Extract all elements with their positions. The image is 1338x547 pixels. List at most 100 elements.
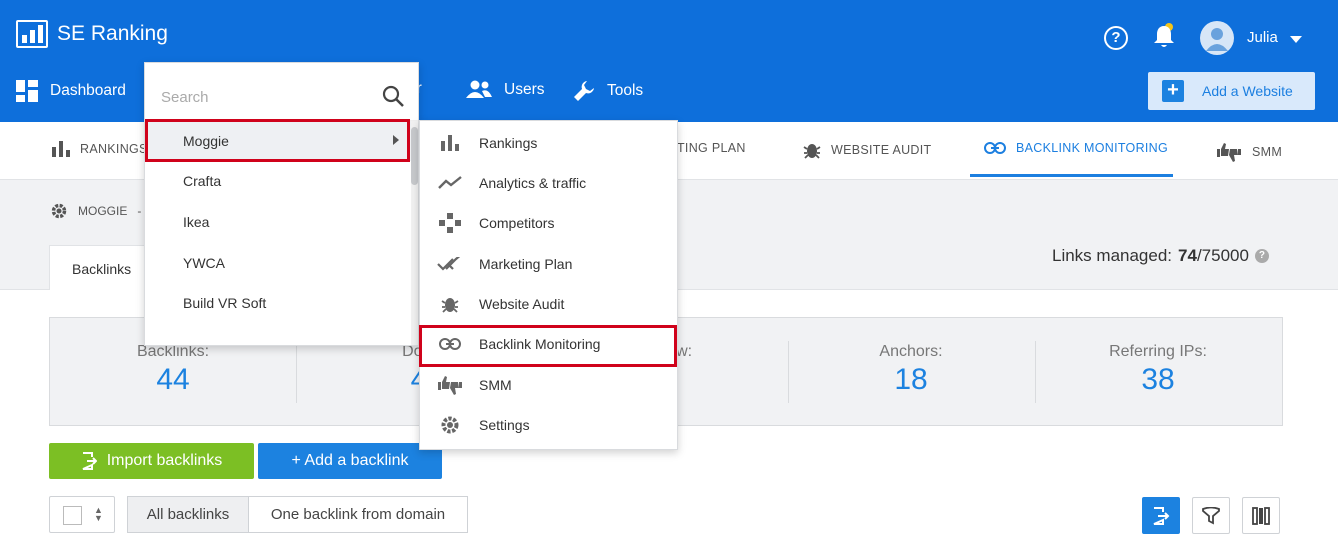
gear-icon bbox=[441, 416, 459, 434]
stat-referring-ips: Referring IPs: 38 bbox=[1035, 318, 1281, 425]
gear-icon[interactable] bbox=[50, 202, 68, 220]
filter-button[interactable] bbox=[1192, 497, 1230, 534]
add-backlink-button[interactable]: + Add a backlink bbox=[258, 443, 442, 479]
project-item-crafta[interactable]: Crafta bbox=[145, 161, 411, 201]
add-backlink-label: + Add a backlink bbox=[291, 452, 409, 469]
stat-anchors: Anchors: 18 bbox=[788, 318, 1034, 425]
project-item-label: Build VR Soft bbox=[183, 295, 267, 311]
links-managed-label: Links managed: bbox=[1052, 246, 1173, 265]
links-managed-used: 74 bbox=[1178, 246, 1197, 265]
import-backlinks-button[interactable]: Import backlinks bbox=[49, 443, 254, 479]
submenu-label: Website Audit bbox=[479, 296, 565, 312]
submenu-label: Analytics & traffic bbox=[479, 175, 587, 191]
subnav-backlink-monitoring[interactable]: BACKLINK MONITORING bbox=[984, 141, 1168, 155]
scrollbar[interactable] bbox=[411, 121, 418, 345]
submenu-label: Backlink Monitoring bbox=[479, 336, 601, 352]
nav-dashboard[interactable]: Dashboard bbox=[16, 80, 126, 102]
filter-one-per-domain[interactable]: One backlink from domain bbox=[248, 496, 468, 533]
project-search[interactable]: Search bbox=[145, 63, 418, 121]
add-website-label: Add a Website bbox=[1202, 83, 1293, 99]
tab-backlinks[interactable]: Backlinks bbox=[49, 245, 159, 290]
submenu-label: SMM bbox=[479, 377, 512, 393]
scrollbar-thumb[interactable] bbox=[411, 127, 418, 185]
bulk-select-dropdown[interactable]: ▲ ▼ bbox=[49, 496, 115, 533]
wrench-icon bbox=[574, 81, 594, 101]
chevron-right-icon bbox=[393, 135, 399, 145]
funnel-icon bbox=[1202, 506, 1220, 524]
subnav-rankings[interactable]: RANKINGS bbox=[52, 141, 148, 157]
thumbs-icon bbox=[1217, 143, 1241, 162]
submenu-marketing-plan[interactable]: Marketing Plan bbox=[420, 244, 677, 284]
nav-tools[interactable]: Tools bbox=[573, 80, 643, 102]
brand-logo[interactable]: SE Ranking bbox=[16, 20, 168, 48]
breadcrumb-project[interactable]: MOGGIE bbox=[78, 204, 127, 218]
stat-label: Anchors: bbox=[879, 343, 943, 360]
logo-icon bbox=[16, 20, 48, 48]
filter-all-label: All backlinks bbox=[146, 506, 230, 523]
breadcrumb-separator: - bbox=[137, 204, 142, 218]
bar-chart-icon bbox=[441, 135, 459, 151]
submenu-smm[interactable]: SMM bbox=[420, 365, 677, 405]
export-button[interactable] bbox=[1142, 497, 1180, 534]
stat-value: 18 bbox=[894, 363, 928, 396]
nav-users-label: Users bbox=[504, 81, 545, 98]
project-item-ywca[interactable]: YWCA bbox=[145, 243, 411, 283]
submenu-settings[interactable]: Settings bbox=[420, 405, 677, 445]
columns-icon bbox=[1252, 506, 1270, 525]
help-icon[interactable]: ? bbox=[1254, 249, 1269, 263]
gamepad-icon bbox=[439, 213, 461, 233]
subnav-marketing-plan[interactable]: TING PLAN bbox=[677, 141, 746, 155]
project-item-label: Moggie bbox=[183, 133, 229, 149]
submenu-competitors[interactable]: Competitors bbox=[420, 203, 677, 243]
nav-tools-label: Tools bbox=[607, 82, 644, 99]
project-item-label: YWCA bbox=[183, 255, 225, 271]
search-input[interactable]: Search bbox=[161, 89, 209, 106]
bug-icon bbox=[441, 298, 459, 313]
project-item-label: Ikea bbox=[183, 214, 210, 230]
double-check-icon bbox=[437, 257, 461, 271]
subnav-website-audit[interactable]: WEBSITE AUDIT bbox=[803, 141, 931, 159]
search-icon[interactable] bbox=[382, 85, 404, 107]
filter-one-label: One backlink from domain bbox=[270, 506, 446, 523]
subnav-backlink-label: BACKLINK MONITORING bbox=[1016, 141, 1169, 155]
submenu-backlink-monitoring[interactable]: Backlink Monitoring bbox=[420, 324, 677, 364]
submenu-label: Settings bbox=[479, 417, 530, 433]
tab-backlinks-label: Backlinks bbox=[72, 261, 132, 277]
submenu-analytics[interactable]: Analytics & traffic bbox=[420, 163, 677, 203]
avatar[interactable] bbox=[1200, 21, 1234, 55]
project-item-label: Crafta bbox=[183, 173, 222, 189]
submenu-rankings[interactable]: Rankings bbox=[420, 123, 677, 163]
subnav-audit-label: WEBSITE AUDIT bbox=[831, 143, 932, 157]
submenu-label: Marketing Plan bbox=[479, 256, 573, 272]
submenu-website-audit[interactable]: Website Audit bbox=[420, 284, 677, 324]
nav-dashboard-label: Dashboard bbox=[50, 82, 126, 99]
project-item-moggie[interactable]: Moggie bbox=[145, 121, 411, 161]
bar-chart-icon bbox=[52, 141, 70, 157]
project-item-ikea[interactable]: Ikea bbox=[145, 202, 411, 242]
help-icon[interactable]: ? bbox=[1104, 26, 1128, 50]
user-avatar-icon bbox=[1206, 28, 1228, 51]
subnav-rankings-label: RANKINGS bbox=[80, 142, 148, 156]
nav-users[interactable]: Users bbox=[466, 80, 544, 100]
subnav-smm[interactable]: SMM bbox=[1216, 141, 1282, 163]
active-tab-underline bbox=[970, 174, 1173, 177]
project-item-build-vr-soft[interactable]: Build VR Soft bbox=[145, 283, 411, 323]
link-icon bbox=[984, 142, 1006, 154]
select-all-checkbox[interactable] bbox=[63, 506, 82, 525]
add-website-button[interactable]: + Add a Website bbox=[1148, 72, 1315, 110]
subnav-smm-label: SMM bbox=[1252, 145, 1283, 159]
dashboard-icon bbox=[16, 80, 38, 102]
subnav-marketing-label: TING PLAN bbox=[677, 141, 746, 155]
import-icon bbox=[82, 452, 97, 470]
breadcrumb: MOGGIE - bbox=[50, 202, 141, 220]
user-name[interactable]: Julia bbox=[1247, 29, 1278, 46]
bug-icon bbox=[803, 144, 821, 159]
thumbs-icon bbox=[438, 376, 462, 395]
submenu-label: Rankings bbox=[479, 135, 538, 151]
columns-button[interactable] bbox=[1242, 497, 1280, 534]
filter-all-backlinks[interactable]: All backlinks bbox=[127, 496, 249, 533]
bell-icon[interactable] bbox=[1152, 22, 1176, 50]
chevron-down-icon[interactable] bbox=[1290, 36, 1302, 43]
link-icon bbox=[439, 338, 461, 350]
brand-name: SE Ranking bbox=[57, 22, 168, 45]
